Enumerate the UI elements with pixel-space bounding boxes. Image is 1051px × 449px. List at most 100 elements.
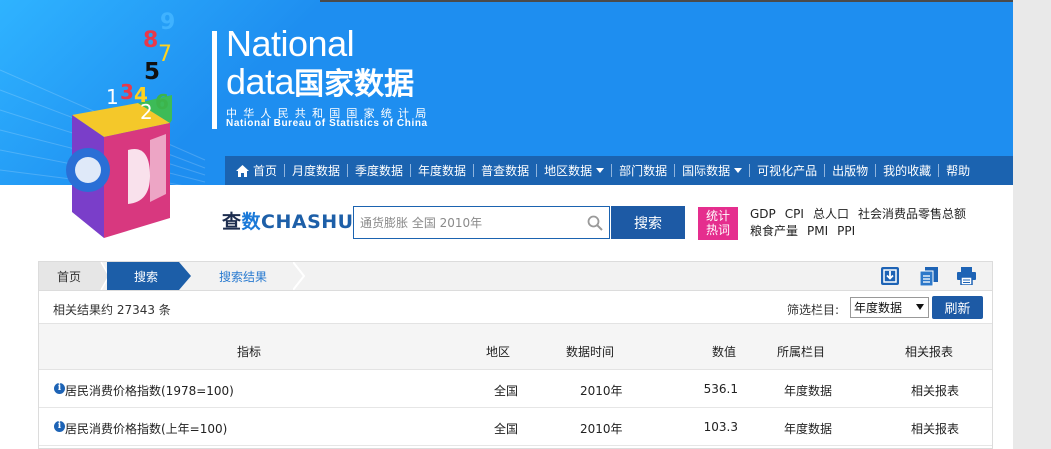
filter-select-value: 年度数据 [854,301,903,315]
nav-item-label: 部门数据 [619,164,668,178]
category-cell[interactable]: 年度数据 [784,382,832,399]
column-header-indicator: 指标 [237,345,262,359]
nav-item-favorites[interactable]: 我的收藏 [879,162,935,179]
hot-words-badge: 统计 热词 [698,207,738,240]
region-cell: 全国 [494,384,519,398]
logo-digit: 9 [160,10,176,35]
indicator-name[interactable]: 居民消费价格指数(1978=100) [65,382,234,399]
nav-item-quarterly[interactable]: 季度数据 [351,162,407,179]
nav-item-census[interactable]: 普查数据 [477,162,533,179]
nav-separator [536,164,538,177]
nav-item-department[interactable]: 部门数据 [615,162,671,179]
nav-item-label: 季度数据 [355,164,404,178]
site-header: 9 8 7 5 1 3 4 6 2 National data国家数据 中华人民… [0,0,1013,238]
time-cell: 2010年 [580,422,623,436]
logo-data-row: data国家数据 [226,62,414,110]
nav-separator [473,164,475,177]
nav-separator [938,164,940,177]
chevron-down-icon [596,168,605,173]
filter-label: 筛选栏目: [787,303,840,317]
category-cell[interactable]: 年度数据 [784,420,832,437]
nav-item-annual[interactable]: 年度数据 [414,162,470,179]
time-cell: 2010年 [580,384,623,398]
chashu-logo-cn2: 数 [241,211,262,233]
breadcrumb-arrow-icon [179,262,191,290]
nav-item-label: 出版物 [832,164,869,178]
nav-separator [824,164,826,177]
breadcrumb-home[interactable]: 首页 [39,262,99,290]
nav-item-label: 国际数据 [682,164,731,178]
logo-en-subtitle: National Bureau of Statistics of China [226,118,428,129]
region-cell: 全国 [494,422,519,436]
download-icon[interactable] [881,267,899,285]
search-icon[interactable] [587,215,603,231]
chevron-down-icon [916,304,924,310]
chashu-logo: 查数CHASHU [222,210,354,234]
info-icon[interactable]: i [54,383,65,394]
nav-item-label: 我的收藏 [883,164,932,178]
hot-word-link[interactable]: PPI [837,223,855,240]
logo-digit: 8 [143,28,159,53]
hot-badge-line2: 热词 [705,223,730,237]
nav-item-visualization[interactable]: 可视化产品 [753,162,821,179]
column-header-category: 所属栏目 [777,345,826,359]
nav-item-help[interactable]: 帮助 [942,162,974,179]
page: 9 8 7 5 1 3 4 6 2 National data国家数据 中华人民… [0,0,1013,449]
nav-separator [611,164,613,177]
hot-word-link[interactable]: PMI [807,223,828,240]
related-report-link[interactable]: 相关报表 [911,420,959,437]
logo-digit: 7 [158,42,172,67]
column-header-report: 相关报表 [905,345,954,359]
nav-separator [347,164,349,177]
hot-word-link[interactable]: 总人口 [813,206,849,223]
nav-item-international[interactable]: 国际数据 [678,162,746,179]
chashu-logo-cn1: 查 [222,211,242,233]
nav-separator [674,164,676,177]
nav-item-publications[interactable]: 出版物 [828,162,872,179]
print-icon[interactable] [957,267,976,285]
breadcrumb-search[interactable]: 搜索 [107,262,179,290]
column-header-value: 数值 [712,345,737,359]
filter-select[interactable]: 年度数据 [850,297,929,318]
nav-separator [410,164,412,177]
chashu-logo-en: CHASHU [261,211,354,233]
logo-cn-text: 国家数据 [294,67,415,102]
related-report-link[interactable]: 相关报表 [911,382,959,399]
column-header-region: 地区 [486,345,511,359]
hot-badge-line1: 统计 [705,209,730,223]
chevron-down-icon [734,168,743,173]
info-icon[interactable]: i [54,421,65,432]
logo-digit: 3 [120,80,134,104]
nav-item-label: 可视化产品 [757,164,818,178]
indicator-name[interactable]: 居民消费价格指数(上年=100) [65,420,227,437]
table-row: i 居民消费价格指数(上年=100) 全国 2010年 103.3 年度数据 相… [39,408,992,446]
nav-separator [875,164,877,177]
hot-word-link[interactable]: 社会消费品零售总额 [858,206,966,223]
search-input[interactable] [360,207,580,238]
column-header-time: 数据时间 [566,345,615,359]
results-toolbar: 相关结果约 27343 条 筛选栏目: 年度数据 刷新 [39,291,992,324]
copy-icon[interactable] [920,267,938,286]
search-button[interactable]: 搜索 [611,206,685,239]
home-icon [236,164,249,177]
nav-item-home[interactable]: 首页 [232,162,281,179]
breadcrumb: 首页 搜索 搜索结果 [39,262,992,291]
nav-item-monthly[interactable]: 月度数据 [288,162,344,179]
logo-digit: 5 [144,59,161,85]
value-cell: 536.1 [703,382,738,396]
logo-data-text: data [226,61,295,102]
breadcrumb-result[interactable]: 搜索结果 [193,262,293,290]
nav-separator [749,164,751,177]
hot-word-link[interactable]: GDP [750,206,776,223]
nav-item-label: 普查数据 [481,164,530,178]
nav-item-label: 月度数据 [292,164,341,178]
logo-national-text: National [226,23,355,64]
nav-item-label: 年度数据 [418,164,467,178]
results-panel: 首页 搜索 搜索结果 相关结果约 27343 条 筛选栏目: 年度数据 刷新 指… [38,261,993,449]
refresh-button[interactable]: 刷新 [932,296,983,319]
hot-word-link[interactable]: CPI [785,206,804,223]
nav-item-regional[interactable]: 地区数据 [540,162,608,179]
logo-digit: 2 [140,100,153,124]
table-row: i 居民消费价格指数(1978=100) 全国 2010年 536.1 年度数据… [39,370,992,408]
hot-word-link[interactable]: 粮食产量 [750,223,798,240]
